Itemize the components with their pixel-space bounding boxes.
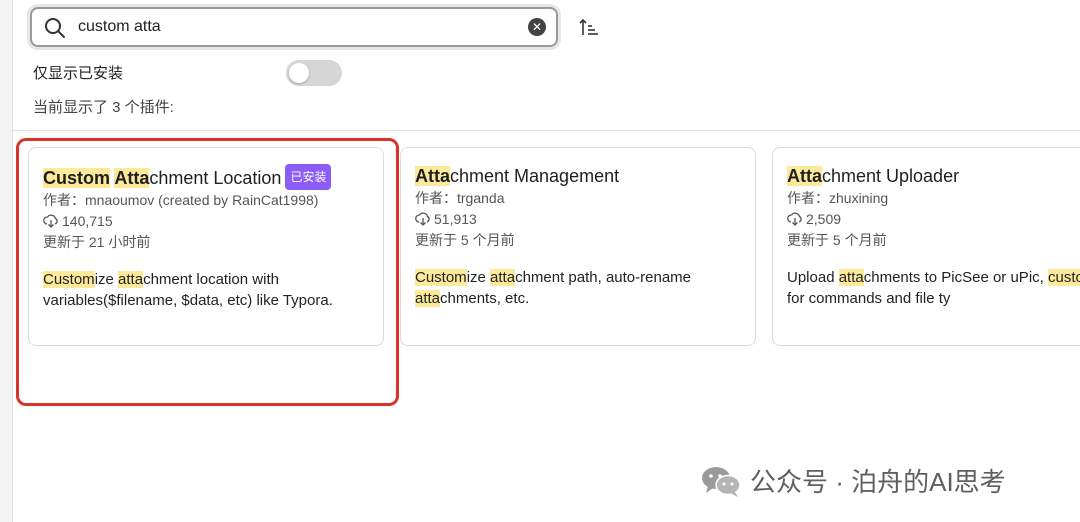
watermark: 公众号 · 泊舟的AI思考: [700, 462, 1006, 499]
download-cloud-icon: [787, 212, 802, 226]
plugin-card[interactable]: Attachment Uploader 作者：zhuxining 2,509 更…: [772, 147, 1080, 346]
plugin-title: Attachment Uploader: [787, 164, 1066, 188]
result-count: 当前显示了 3 个插件:: [33, 99, 174, 116]
installed-only-label: 仅显示已安装: [33, 65, 124, 82]
search-input[interactable]: [78, 14, 518, 40]
title-part: Atta: [787, 166, 822, 186]
download-count: 2,509: [806, 211, 842, 227]
divider: [13, 130, 1080, 131]
watermark-text: 公众号 · 泊舟的AI思考: [750, 467, 1006, 497]
installed-only-toggle[interactable]: [286, 60, 342, 86]
desc-part: chments, etc.: [440, 290, 530, 307]
title-part: chment Management: [450, 166, 620, 186]
desc-part: atta: [415, 290, 441, 307]
desc-part: Upload: [787, 269, 839, 286]
desc-part: chments to PicSee or uPic,: [863, 269, 1048, 286]
plugin-description: Upload attachments to PicSee or uPic, cu…: [787, 267, 1080, 309]
plugin-card[interactable]: Attachment Management 作者：trganda 51,913 …: [400, 147, 756, 346]
plugin-author: 作者：zhuxining: [787, 190, 889, 206]
plugin-author: 作者：trganda: [415, 190, 505, 206]
highlight-annotation-frame: [16, 138, 399, 406]
plugin-downloads: 2,509: [787, 209, 1066, 230]
desc-part: ize: [466, 269, 491, 286]
toggle-knob: [289, 63, 309, 83]
wechat-icon: [702, 466, 741, 497]
desc-part: chment path, auto-rename: [515, 269, 691, 286]
desc-part: atta: [490, 269, 516, 286]
desc-part: Custom: [415, 269, 467, 286]
download-cloud-icon: [415, 212, 430, 226]
plugin-title: Attachment Management: [415, 164, 741, 188]
sidebar-strip: [0, 0, 13, 522]
sort-icon[interactable]: [578, 17, 600, 39]
download-count: 51,913: [434, 211, 477, 227]
desc-part: atta: [838, 269, 864, 286]
plugin-description: Customize attachment path, auto-rename a…: [415, 267, 741, 309]
plugin-downloads: 51,913: [415, 209, 741, 230]
search-box[interactable]: ✕: [30, 7, 558, 47]
desc-part: custom: [1047, 269, 1080, 286]
search-icon: [45, 18, 65, 38]
title-part: Atta: [415, 166, 450, 186]
title-part: chment Uploader: [822, 166, 960, 186]
clear-search-icon[interactable]: ✕: [528, 18, 546, 36]
plugin-updated: 更新于 5 个月前: [787, 232, 887, 248]
plugin-updated: 更新于 5 个月前: [415, 232, 515, 248]
